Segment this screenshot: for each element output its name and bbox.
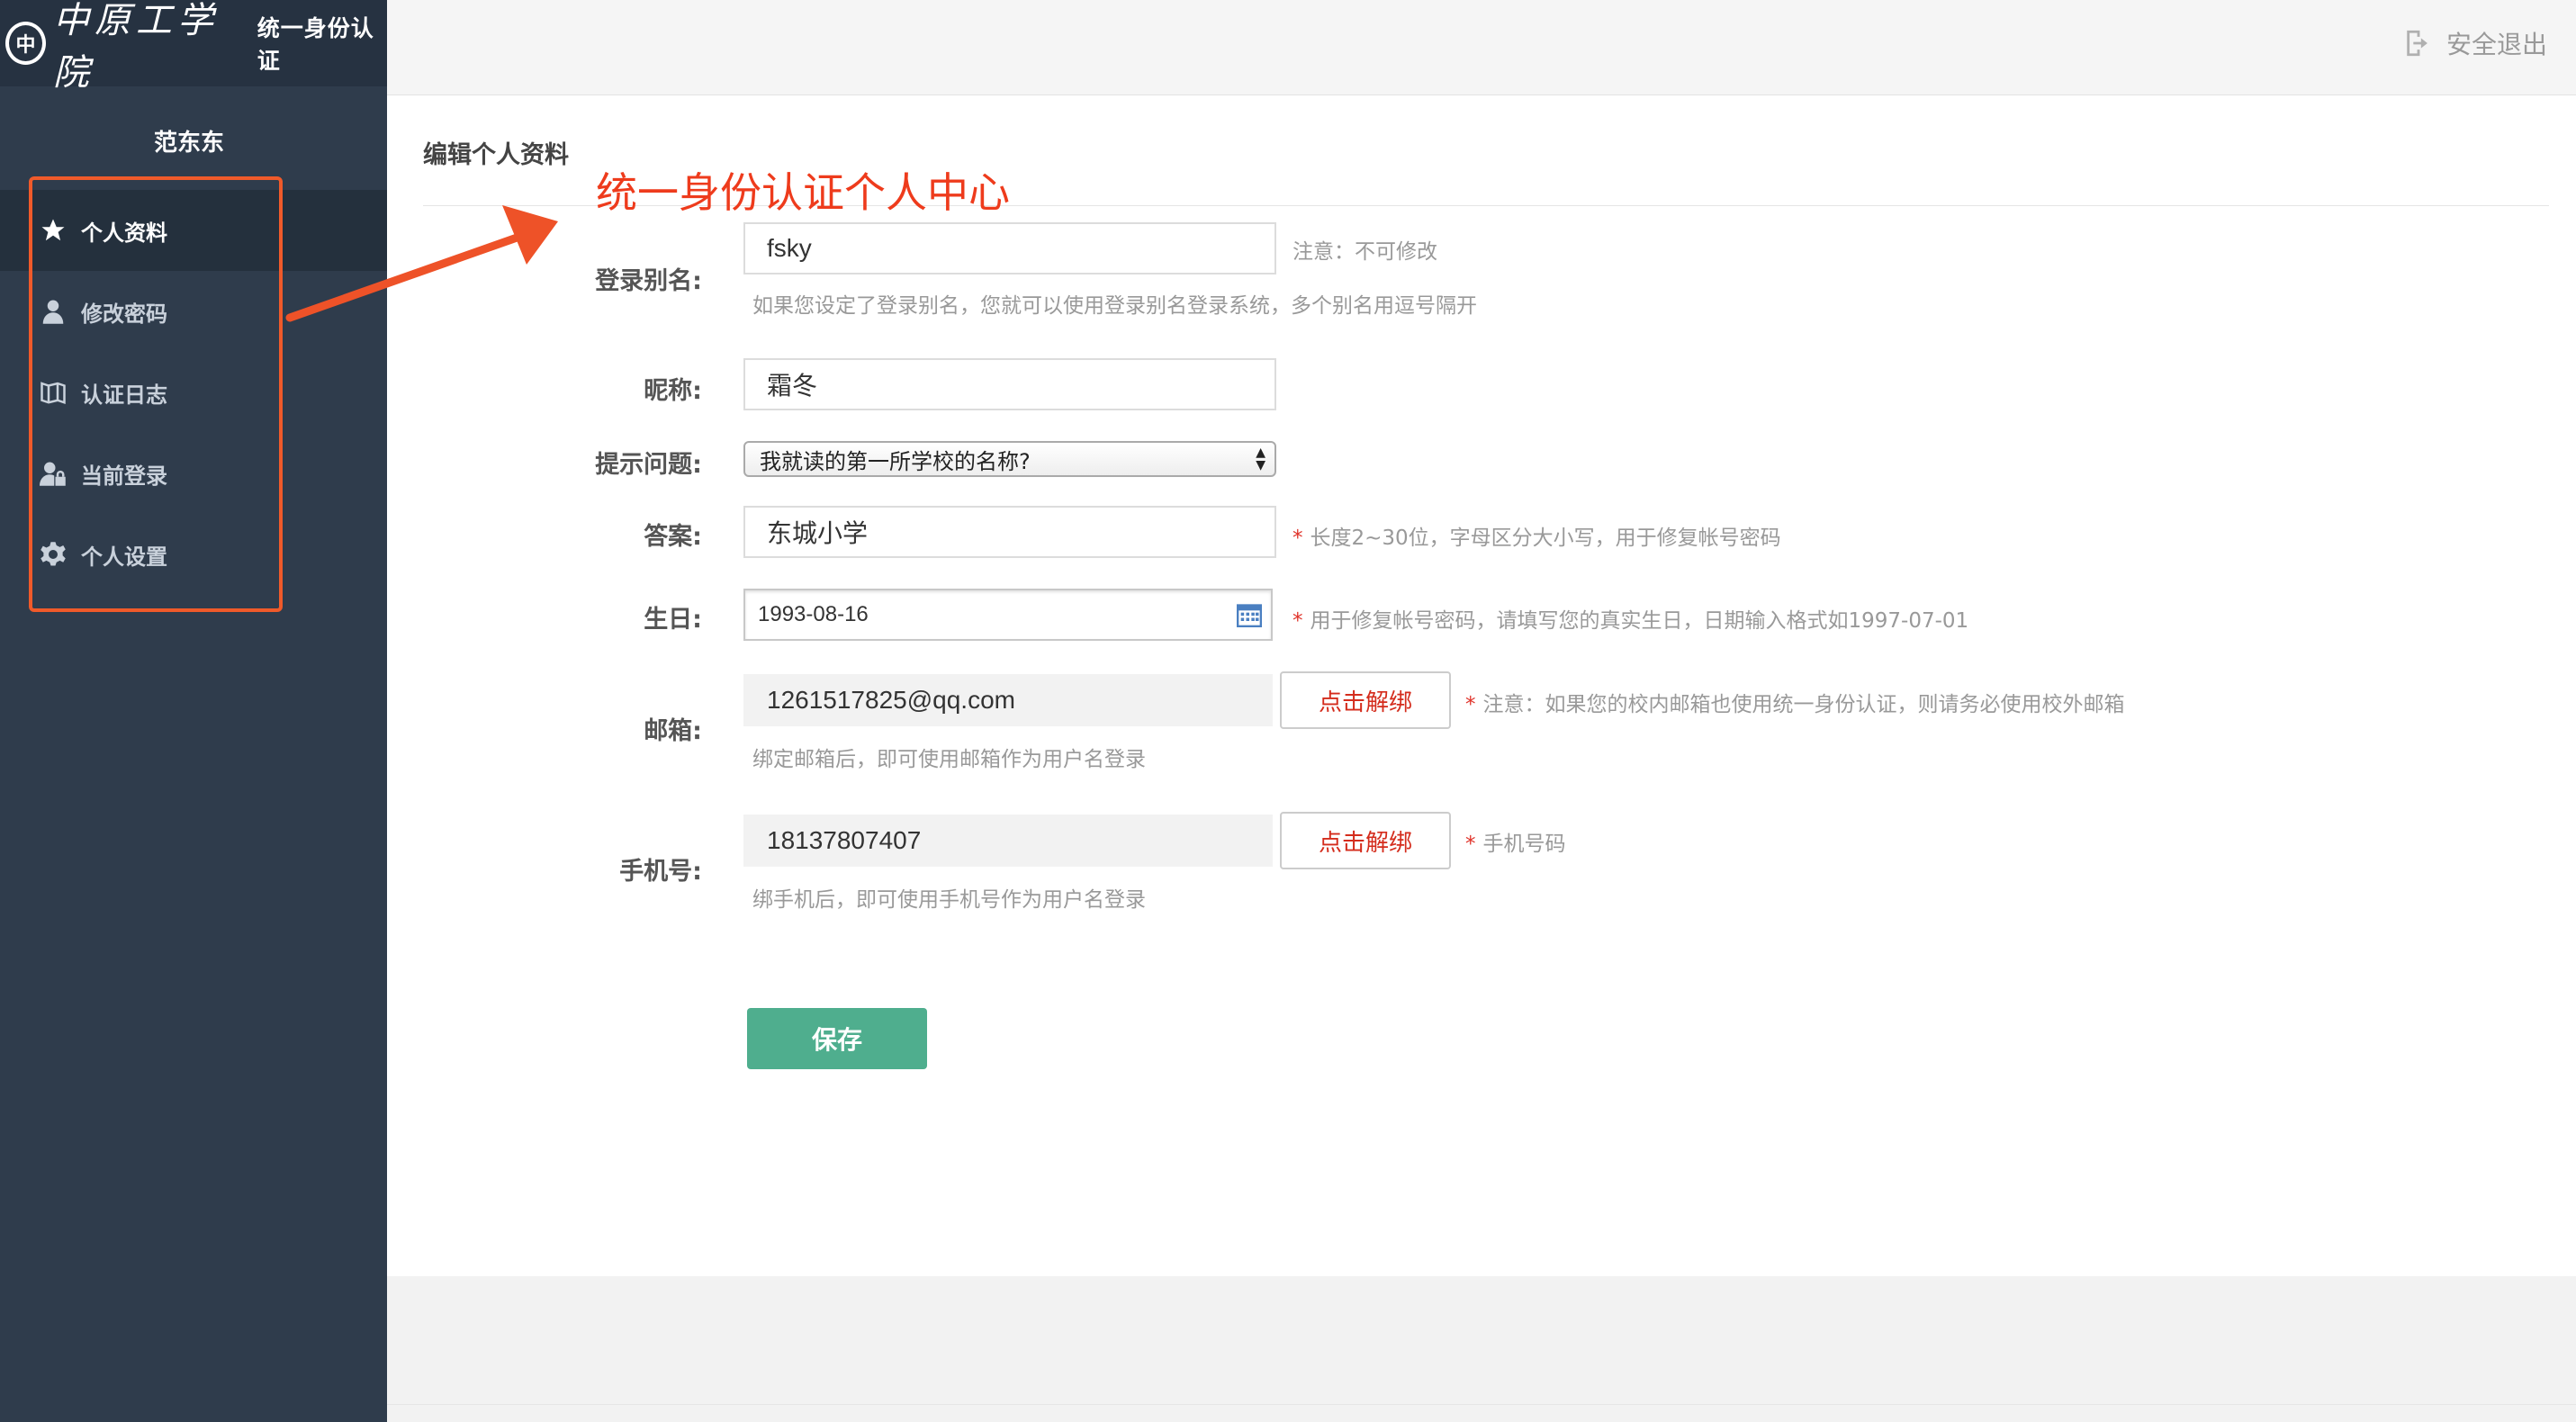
alias-note: 注意：不可修改: [1293, 240, 1437, 264]
question-label: 提示问题:: [595, 451, 702, 479]
main-content: [387, 95, 2576, 1276]
sidebar-item-auth-log[interactable]: 认证日志: [0, 352, 387, 433]
birthday-note: * 用于修复帐号密码，请填写您的真实生日，日期输入格式如1997-07-01: [1293, 603, 1968, 634]
sidebar-item-label: 修改密码: [81, 301, 167, 327]
gear-icon: [41, 542, 66, 566]
select-arrows-icon: ▲ ▼: [1256, 446, 1265, 472]
sidebar: 中 中原工学院 统一身份认证 范东东 个人资料 修改密码 认证日志 当前登录 个…: [0, 0, 387, 1422]
phone-help: 绑手机后，即可使用手机号作为用户名登录: [752, 888, 1146, 912]
email-note-text: 注意：如果您的校内邮箱也使用统一身份认证，则请务必使用校外邮箱: [1482, 693, 2125, 716]
email-unbind-button[interactable]: 点击解绑: [1280, 671, 1451, 729]
nickname-input[interactable]: 霜冬: [743, 358, 1276, 410]
answer-note-text: 长度2~30位，字母区分大小写，用于修复帐号密码: [1310, 526, 1781, 550]
nickname-label: 昵称:: [644, 377, 702, 405]
email-help: 绑定邮箱后，即可使用邮箱作为用户名登录: [752, 748, 1146, 771]
page-title: 编辑个人资料: [423, 141, 569, 169]
school-seal-logo: 中: [5, 22, 46, 65]
brand-header: 中 中原工学院 统一身份认证: [0, 0, 387, 94]
sidebar-item-label: 认证日志: [81, 382, 167, 408]
annotation-text: 统一身份认证个人中心: [596, 168, 1010, 217]
sidebar-item-change-password[interactable]: 修改密码: [0, 271, 387, 352]
sidebar-item-label: 个人资料: [81, 220, 167, 246]
logout-label: 安全退出: [2445, 30, 2547, 59]
alias-field[interactable]: fsky: [743, 222, 1276, 274]
current-user-name: 范东东: [153, 130, 224, 157]
sidebar-item-label: 当前登录: [81, 463, 167, 489]
answer-note: * 长度2~30位，字母区分大小写，用于修复帐号密码: [1293, 520, 1781, 551]
phone-note: * 手机号码: [1465, 826, 1566, 857]
logout-icon: [2407, 30, 2427, 57]
required-mark: *: [1465, 693, 1476, 716]
phone-note-text: 手机号码: [1482, 832, 1566, 856]
calendar-icon[interactable]: [1237, 602, 1262, 627]
top-bar: 安全退出: [387, 0, 2576, 95]
user-lock-icon: [40, 462, 66, 486]
phone-label: 手机号:: [619, 858, 702, 886]
email-field: 1261517825@qq.com: [743, 674, 1273, 726]
sidebar-item-settings[interactable]: 个人设置: [0, 514, 387, 595]
required-mark: *: [1465, 832, 1476, 856]
sidebar-item-profile[interactable]: 个人资料: [0, 190, 387, 271]
brand-subtitle: 统一身份认证: [257, 15, 374, 74]
birthday-input[interactable]: 1993-08-16: [743, 589, 1273, 641]
question-select[interactable]: 我就读的第一所学校的名称? ▲ ▼: [743, 441, 1276, 477]
phone-field: 18137807407: [743, 814, 1273, 867]
save-button[interactable]: 保存: [747, 1008, 927, 1069]
birthday-label: 生日:: [644, 606, 702, 634]
email-label: 邮箱:: [644, 717, 702, 745]
book-icon: [41, 382, 66, 404]
sidebar-item-current-logins[interactable]: 当前登录: [0, 433, 387, 514]
answer-input[interactable]: 东城小学: [743, 506, 1276, 558]
answer-label: 答案:: [644, 523, 702, 551]
user-icon: [42, 300, 64, 324]
phone-unbind-button[interactable]: 点击解绑: [1280, 812, 1451, 869]
required-mark: *: [1293, 609, 1303, 633]
required-mark: *: [1293, 526, 1303, 550]
footer-area: [387, 1276, 2576, 1422]
school-name-logo: 中原工学院: [53, 0, 219, 94]
star-icon: [41, 219, 65, 241]
alias-help: 如果您设定了登录别名，您就可以使用登录别名登录系统，多个别名用逗号隔开: [752, 294, 1477, 318]
sidebar-nav: 个人资料 修改密码 认证日志 当前登录 个人设置: [0, 190, 387, 595]
sidebar-item-label: 个人设置: [81, 544, 167, 570]
question-selected-value: 我就读的第一所学校的名称?: [760, 448, 1031, 474]
alias-label: 登录别名:: [595, 267, 702, 295]
footer-divider: [387, 1404, 2576, 1405]
birthday-note-text: 用于修复帐号密码，请填写您的真实生日，日期输入格式如1997-07-01: [1310, 609, 1969, 633]
logout-button[interactable]: 安全退出: [2403, 25, 2547, 61]
email-note: * 注意：如果您的校内邮箱也使用统一身份认证，则请务必使用校外邮箱: [1465, 687, 2125, 717]
